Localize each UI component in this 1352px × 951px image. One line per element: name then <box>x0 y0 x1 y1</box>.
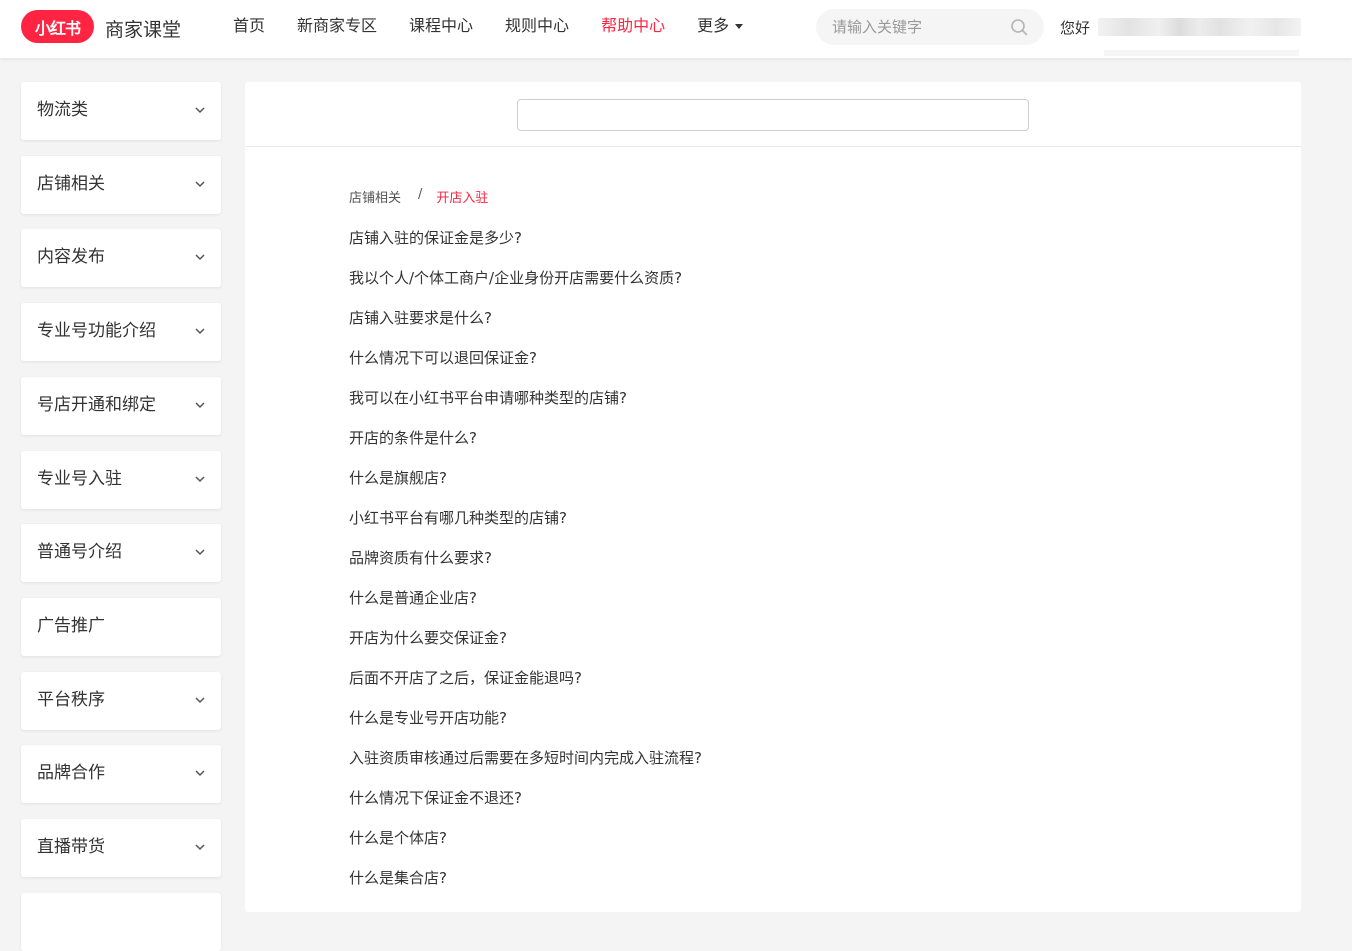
question-link[interactable]: 开店的条件是什么? <box>349 428 702 468</box>
breadcrumb-parent[interactable]: 店铺相关 <box>349 187 401 206</box>
search-box <box>816 9 1044 45</box>
sidebar-category-item[interactable]: 店铺相关 <box>21 156 221 214</box>
question-list: 店铺入驻的保证金是多少? 我以个人/个体工商户/企业身份开店需要什么资质? 店铺入驻… <box>349 228 702 908</box>
nav-more-label: 更多 <box>697 16 730 35</box>
chevron-down-icon[interactable] <box>195 253 205 261</box>
chevron-down-icon[interactable] <box>195 327 205 335</box>
nav-item[interactable]: 帮助中心 <box>601 15 665 37</box>
chevron-down-icon[interactable] <box>195 548 205 556</box>
question-link[interactable]: 入驻资质审核通过后需要在多短时间内完成入驻流程? <box>349 748 702 788</box>
nav-more-menu[interactable]: 更多 <box>697 15 744 37</box>
chevron-down-icon[interactable] <box>195 106 205 114</box>
question-link[interactable]: 店铺入驻的保证金是多少? <box>349 228 702 268</box>
question-link[interactable]: 开店为什么要交保证金? <box>349 628 702 668</box>
divider <box>245 146 1301 147</box>
sidebar-category-label: 普通号介绍 <box>37 542 122 562</box>
user-name-redacted[interactable] <box>1098 18 1301 36</box>
top-navbar: 小红书 商家课堂 首页 新商家专区 课程中心 规则中心 帮助中心 更多 您好 <box>0 0 1352 58</box>
sidebar-category-item[interactable]: 直播带货 <box>21 819 221 877</box>
breadcrumb-current: 开店入驻 <box>436 191 489 206</box>
sidebar-category-label: 专业号入驻 <box>37 469 122 489</box>
sidebar-category-label: 品牌合作 <box>37 763 105 783</box>
sidebar-category-label: 广告推广 <box>37 616 105 636</box>
user-info-redacted <box>1104 50 1299 56</box>
question-link[interactable]: 小红书平台有哪几种类型的店铺? <box>349 508 702 548</box>
sidebar-category-item[interactable]: 平台秩序 <box>21 672 221 730</box>
question-link[interactable]: 什么是旗舰店? <box>349 468 702 508</box>
question-link[interactable]: 什么情况下可以退回保证金? <box>349 348 702 388</box>
nav-item[interactable]: 新商家专区 <box>297 15 377 37</box>
nav-item[interactable]: 首页 <box>233 15 265 37</box>
nav-item[interactable]: 课程中心 <box>409 15 473 37</box>
question-link[interactable]: 什么是专业号开店功能? <box>349 708 702 748</box>
question-link[interactable]: 我可以在小红书平台申请哪种类型的店铺? <box>349 388 702 428</box>
question-link[interactable]: 后面不开店了之后，保证金能退吗? <box>349 668 702 708</box>
sidebar-category-label: 内容发布 <box>37 247 105 267</box>
brand-name[interactable]: 商家课堂 <box>105 15 181 42</box>
chevron-down-icon[interactable] <box>195 696 205 704</box>
question-link[interactable]: 什么情况下保证金不退还? <box>349 788 702 828</box>
sidebar-category-item[interactable]: 广告推广 <box>21 598 221 656</box>
search-input[interactable] <box>832 9 1012 45</box>
breadcrumb-separator: / <box>418 187 423 202</box>
sidebar-category-label: 物流类 <box>37 100 88 120</box>
content-search-input[interactable] <box>517 99 1029 131</box>
question-link[interactable]: 什么是集合店? <box>349 868 702 908</box>
greeting: 您好 <box>1060 19 1091 37</box>
sidebar-category-label: 专业号功能介绍 <box>37 321 156 341</box>
chevron-down-icon[interactable] <box>195 843 205 851</box>
sidebar-category-item-partial[interactable] <box>21 893 221 951</box>
sidebar-category-item[interactable]: 专业号入驻 <box>21 451 221 509</box>
nav-item[interactable]: 规则中心 <box>505 15 569 37</box>
search-icon[interactable] <box>1010 18 1028 36</box>
sidebar-category-label: 店铺相关 <box>37 174 105 194</box>
sidebar-category-item[interactable]: 物流类 <box>21 82 221 140</box>
question-link[interactable]: 什么是个体店? <box>349 828 702 868</box>
question-link[interactable]: 店铺入驻要求是什么? <box>349 308 702 348</box>
chevron-down-icon[interactable] <box>195 180 205 188</box>
main-nav: 首页 新商家专区 课程中心 规则中心 帮助中心 更多 <box>233 15 775 37</box>
sidebar-category-item[interactable]: 号店开通和绑定 <box>21 377 221 435</box>
sidebar-category-label: 号店开通和绑定 <box>37 395 156 415</box>
question-link[interactable]: 品牌资质有什么要求? <box>349 548 702 588</box>
sidebar-category-label: 平台秩序 <box>37 690 105 710</box>
sidebar-category-label: 直播带货 <box>37 837 105 857</box>
breadcrumb: 店铺相关 / 开店入驻 <box>349 187 488 206</box>
question-link[interactable]: 我以个人/个体工商户/企业身份开店需要什么资质? <box>349 268 702 308</box>
caret-down-icon <box>735 23 744 29</box>
question-link[interactable]: 什么是普通企业店? <box>349 588 702 628</box>
sidebar-category-item[interactable]: 普通号介绍 <box>21 524 221 582</box>
main-content: 店铺相关 / 开店入驻 店铺入驻的保证金是多少? 我以个人/个体工商户/企业身份开… <box>245 82 1301 912</box>
chevron-down-icon[interactable] <box>195 769 205 777</box>
chevron-down-icon[interactable] <box>195 401 205 409</box>
sidebar-category-item[interactable]: 内容发布 <box>21 229 221 287</box>
chevron-down-icon[interactable] <box>195 475 205 483</box>
logo[interactable]: 小红书 <box>21 10 94 43</box>
sidebar-category-item[interactable]: 品牌合作 <box>21 745 221 803</box>
sidebar-category-item[interactable]: 专业号功能介绍 <box>21 303 221 361</box>
